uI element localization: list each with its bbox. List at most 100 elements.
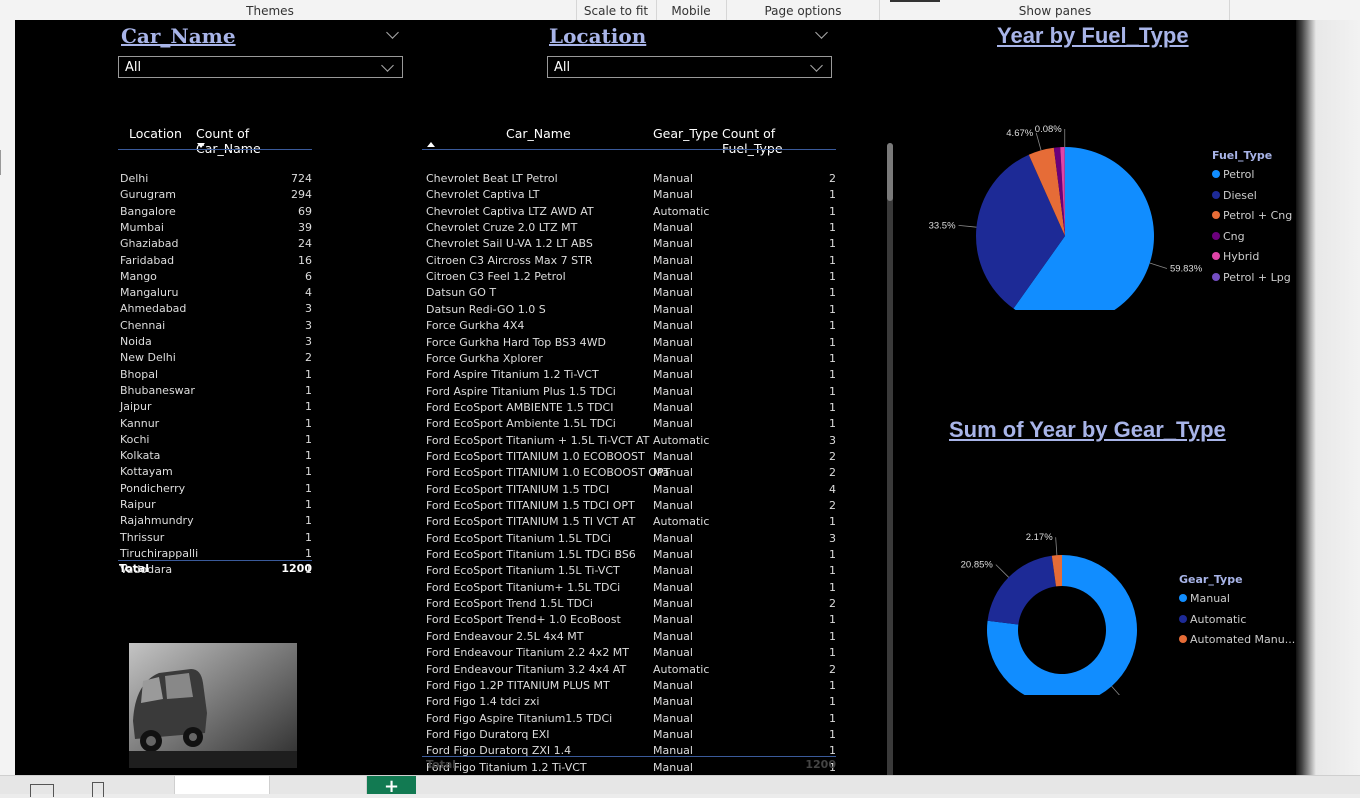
- table-row[interactable]: Force Gurkha XplorerManual1: [422, 351, 836, 367]
- table-row[interactable]: Datsun Redi-GO 1.0 SManual1: [422, 302, 836, 318]
- table-row[interactable]: Ford EcoSport Titanium + 1.5L Ti-VCT ATA…: [422, 433, 836, 449]
- table-row[interactable]: Ford Endeavour Titanium 3.2 4x4 ATAutoma…: [422, 662, 836, 678]
- table-row[interactable]: Ahmedabad3: [118, 301, 312, 317]
- table-row[interactable]: Bhubaneswar1: [118, 383, 312, 399]
- legend-item[interactable]: Automated Manu...: [1179, 632, 1295, 653]
- table-row[interactable]: Force Gurkha 4X4Manual1: [422, 318, 836, 334]
- table-row[interactable]: Datsun GO TManual1: [422, 285, 836, 301]
- table-row[interactable]: Thrissur1: [118, 530, 312, 546]
- table-row[interactable]: Ford EcoSport TITANIUM 1.5 TI VCT ATAuto…: [422, 514, 836, 530]
- legend-item[interactable]: Diesel: [1212, 188, 1292, 209]
- table-row[interactable]: Chennai3: [118, 318, 312, 334]
- legend-item[interactable]: Petrol + Cng: [1212, 208, 1292, 229]
- table-row[interactable]: Mangaluru4: [118, 285, 312, 301]
- location-dropdown[interactable]: All: [547, 56, 832, 78]
- count-car-name-column-header[interactable]: Count of Car_Name: [196, 126, 314, 156]
- table-row[interactable]: Ford EcoSport Trend+ 1.0 EcoBoostManual1: [422, 612, 836, 628]
- table-row[interactable]: Gurugram294: [118, 187, 312, 203]
- table-row[interactable]: Chevrolet Captiva LTManual1: [422, 187, 836, 203]
- table-row[interactable]: Ford EcoSport Titanium+ 1.5L TDCiManual1: [422, 580, 836, 596]
- fuel-pie-chart[interactable]: 59.83%33.5%4.67%0.08%: [910, 100, 1210, 310]
- car-photo-illustration: [129, 643, 297, 768]
- table-row[interactable]: Ford EcoSport TITANIUM 1.0 ECOBOOSTManua…: [422, 449, 836, 465]
- table-row[interactable]: Citroen C3 Aircross Max 7 STRManual1: [422, 253, 836, 269]
- legend-item[interactable]: Hybrid: [1212, 249, 1292, 270]
- add-page-button[interactable]: +: [367, 776, 416, 794]
- fuel-legend: Fuel_Type PetrolDieselPetrol + CngCngHyb…: [1212, 149, 1292, 290]
- scrollbar-thumb[interactable]: [887, 143, 893, 201]
- table-row[interactable]: Kolkata1: [118, 448, 312, 464]
- table-row[interactable]: Ford EcoSport TITANIUM 1.0 ECOBOOST OPTM…: [422, 465, 836, 481]
- table-row[interactable]: Chevrolet Beat LT PetrolManual2: [422, 171, 836, 187]
- gear-type-column-header[interactable]: Gear_Type: [653, 126, 718, 141]
- legend-item[interactable]: Petrol + Lpg: [1212, 270, 1292, 291]
- table-row[interactable]: Bhopal1: [118, 367, 312, 383]
- page-tab[interactable]: [270, 776, 367, 794]
- count-fuel-type-column-header[interactable]: Count of Fuel_Type: [722, 126, 837, 156]
- table-row[interactable]: Ford EcoSport TITANIUM 1.5 TDCIManual4: [422, 482, 836, 498]
- themes-button[interactable]: Themes: [200, 2, 340, 20]
- table-row[interactable]: Raipur1: [118, 497, 312, 513]
- table-row[interactable]: Kottayam1: [118, 464, 312, 480]
- collapse-handle[interactable]: [0, 150, 4, 175]
- table-row[interactable]: Ford EcoSport Titanium 1.5L Ti-VCTManual…: [422, 563, 836, 579]
- table-row[interactable]: Ford EcoSport Titanium 1.5L TDCiManual3: [422, 531, 836, 547]
- table-row[interactable]: Chevrolet Cruze 2.0 LTZ MTManual1: [422, 220, 836, 236]
- chevron-down-icon[interactable]: [815, 26, 828, 39]
- table-row[interactable]: Ford Figo 1.2P TITANIUM PLUS MTManual1: [422, 678, 836, 694]
- legend-item[interactable]: Petrol: [1212, 167, 1292, 188]
- page-options-button[interactable]: Page options: [740, 2, 866, 20]
- location-column-header[interactable]: Location: [129, 126, 182, 141]
- show-panes-button[interactable]: Show panes: [990, 2, 1120, 20]
- table-row[interactable]: Ford Endeavour 2.5L 4x4 MTManual1: [422, 629, 836, 645]
- table-row[interactable]: Kannur1: [118, 416, 312, 432]
- count-cell: 724: [248, 171, 312, 187]
- table-row[interactable]: Bangalore69: [118, 204, 312, 220]
- table-row[interactable]: Ford EcoSport Trend 1.5L TDCiManual2: [422, 596, 836, 612]
- table-row[interactable]: Chevrolet Captiva LTZ AWD ATAutomatic1: [422, 204, 836, 220]
- car-name-dropdown[interactable]: All: [118, 56, 403, 78]
- legend-item[interactable]: Cng: [1212, 229, 1292, 250]
- table-row[interactable]: Delhi724: [118, 171, 312, 187]
- table-row[interactable]: Rajahmundry1: [118, 513, 312, 529]
- scale-to-fit-button[interactable]: Scale to fit: [578, 2, 654, 20]
- gear-legend: Gear_Type ManualAutomaticAutomated Manu.…: [1179, 573, 1295, 653]
- table-row[interactable]: New Delhi2: [118, 350, 312, 366]
- table-row[interactable]: Ford EcoSport AMBIENTE 1.5 TDCIManual1: [422, 400, 836, 416]
- table-row[interactable]: Faridabad16: [118, 253, 312, 269]
- table-row[interactable]: Mumbai39: [118, 220, 312, 236]
- count-cell: 4: [248, 285, 312, 301]
- count-cell: 1: [248, 432, 312, 448]
- gear-donut-chart[interactable]: 76.98%20.85%2.17%: [905, 510, 1205, 695]
- table-row[interactable]: Jaipur1: [118, 399, 312, 415]
- table-row[interactable]: Chevrolet Sail U-VA 1.2 LT ABSManual1: [422, 236, 836, 252]
- mobile-button[interactable]: Mobile: [660, 2, 722, 20]
- table-row[interactable]: Ford EcoSport TITANIUM 1.5 TDCI OPTManua…: [422, 498, 836, 514]
- slice-automatic[interactable]: [988, 556, 1056, 625]
- data-label: 4.67%: [1006, 128, 1033, 139]
- chevron-down-icon[interactable]: [386, 26, 399, 39]
- table-row[interactable]: Ford Endeavour Titanium 2.2 4x2 MTManual…: [422, 645, 836, 661]
- legend-item[interactable]: Automatic: [1179, 612, 1295, 633]
- table-row[interactable]: Ford EcoSport Ambiente 1.5L TDCiManual1: [422, 416, 836, 432]
- car-table-scrollbar[interactable]: [887, 143, 893, 791]
- table-row[interactable]: Citroen C3 Feel 1.2 PetrolManual1: [422, 269, 836, 285]
- table-row[interactable]: Force Gurkha Hard Top BS3 4WDManual1: [422, 335, 836, 351]
- legend-item[interactable]: Manual: [1179, 591, 1295, 612]
- table-row[interactable]: Ford Figo Duratorq EXIManual1: [422, 727, 836, 743]
- table-row[interactable]: Noida3: [118, 334, 312, 350]
- table-row[interactable]: Ghaziabad24: [118, 236, 312, 252]
- table-row[interactable]: Ford Aspire Titanium 1.2 Ti-VCTManual1: [422, 367, 836, 383]
- table-row[interactable]: Mango6: [118, 269, 312, 285]
- location-cell: Faridabad: [120, 253, 174, 269]
- page-tab[interactable]: [175, 776, 270, 794]
- table-row[interactable]: Ford Aspire Titanium Plus 1.5 TDCiManual…: [422, 384, 836, 400]
- car-name-cell: Ford EcoSport TITANIUM 1.5 TDCI: [426, 482, 609, 498]
- table-row[interactable]: Ford Figo Aspire Titanium1.5 TDCiManual1: [422, 711, 836, 727]
- car-name-slicer-title: Car_Name: [121, 24, 236, 48]
- table-row[interactable]: Kochi1: [118, 432, 312, 448]
- table-row[interactable]: Ford EcoSport Titanium 1.5L TDCi BS6Manu…: [422, 547, 836, 563]
- car-name-column-header[interactable]: Car_Name: [506, 126, 571, 141]
- table-row[interactable]: Ford Figo 1.4 tdci zxiManual1: [422, 694, 836, 710]
- table-row[interactable]: Pondicherry1: [118, 481, 312, 497]
